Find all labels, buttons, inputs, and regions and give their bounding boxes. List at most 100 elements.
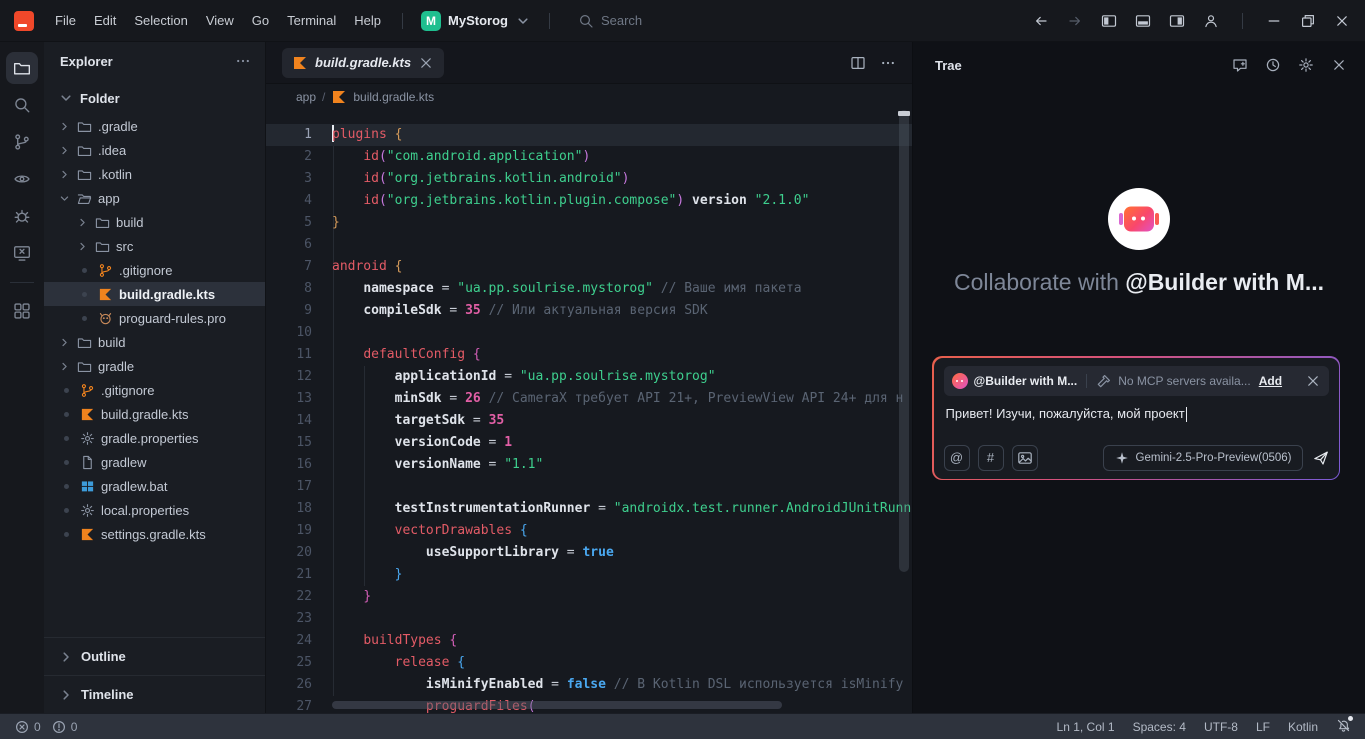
- tree-item-.gradle[interactable]: .gradle: [44, 114, 265, 138]
- tree-item-gradle.properties[interactable]: gradle.properties: [44, 426, 265, 450]
- activity-debug-icon[interactable]: [6, 200, 38, 232]
- tree-item-proguard-rules.pro[interactable]: proguard-rules.pro: [44, 306, 265, 330]
- tree-item-.idea[interactable]: .idea: [44, 138, 265, 162]
- menu-edit[interactable]: Edit: [85, 9, 125, 32]
- breadcrumb-folder[interactable]: app: [296, 90, 316, 104]
- status-indentation[interactable]: Spaces: 4: [1133, 720, 1186, 734]
- send-icon[interactable]: [1313, 450, 1329, 466]
- status-eol[interactable]: LF: [1256, 720, 1270, 734]
- restore-button[interactable]: [1293, 8, 1323, 34]
- tree-item-build[interactable]: build: [44, 210, 265, 234]
- tree-item-build.gradle.kts[interactable]: build.gradle.kts: [44, 282, 265, 306]
- horizontal-scrollbar[interactable]: [332, 701, 782, 709]
- activity-remote-eye-icon[interactable]: [6, 163, 38, 195]
- menu-view[interactable]: View: [197, 9, 243, 32]
- code-line-17[interactable]: 17: [266, 476, 912, 498]
- code-line-13[interactable]: 13 minSdk = 26 // CameraX требует API 21…: [266, 388, 912, 410]
- tree-item-.gitignore[interactable]: .gitignore: [44, 258, 265, 282]
- tree-item-gradle[interactable]: gradle: [44, 354, 265, 378]
- code-line-9[interactable]: 9 compileSdk = 35 // Или актуальная верс…: [266, 300, 912, 322]
- activity-search-icon[interactable]: [6, 89, 38, 121]
- menu-terminal[interactable]: Terminal: [278, 9, 345, 32]
- code-line-15[interactable]: 15 versionCode = 1: [266, 432, 912, 454]
- activity-files-icon[interactable]: [6, 52, 38, 84]
- toggle-left-panel-button[interactable]: [1094, 8, 1124, 34]
- mcp-add-link[interactable]: Add: [1259, 374, 1282, 388]
- code-editor[interactable]: 1 plugins {2 id("com.android.application"…: [266, 110, 912, 713]
- code-line-20[interactable]: 20 useSupportLibrary = true: [266, 542, 912, 564]
- toggle-right-panel-button[interactable]: [1162, 8, 1192, 34]
- code-line-1[interactable]: 1 plugins {: [266, 124, 912, 146]
- mention-button[interactable]: @: [943, 444, 970, 471]
- tab-build-gradle-kts[interactable]: build.gradle.kts: [282, 47, 445, 78]
- tree-item-app[interactable]: app: [44, 186, 265, 210]
- status-encoding[interactable]: UTF-8: [1204, 720, 1238, 734]
- code-line-11[interactable]: 11 defaultConfig {: [266, 344, 912, 366]
- more-actions-icon[interactable]: [235, 53, 251, 69]
- more-actions-icon[interactable]: [880, 55, 896, 71]
- code-line-24[interactable]: 24 buildTypes {: [266, 630, 912, 652]
- toggle-bottom-panel-button[interactable]: [1128, 8, 1158, 34]
- global-search[interactable]: Search: [578, 13, 642, 29]
- activity-extensions-icon[interactable]: [6, 295, 38, 327]
- chat-message-input[interactable]: Привет! Изучи, пожалуйста, мой проект: [944, 396, 1329, 422]
- vertical-scrollbar[interactable]: [899, 110, 909, 572]
- nav-forward-button[interactable]: [1060, 8, 1090, 34]
- tree-item-build.gradle.kts[interactable]: build.gradle.kts: [44, 402, 265, 426]
- code-line-4[interactable]: 4 id("org.jetbrains.kotlin.plugin.compos…: [266, 190, 912, 212]
- agent-chip-label[interactable]: @Builder with M...: [974, 374, 1078, 388]
- tree-item-local.properties[interactable]: local.properties: [44, 498, 265, 522]
- menu-selection[interactable]: Selection: [125, 9, 196, 32]
- close-panel-icon[interactable]: [1331, 57, 1347, 73]
- code-line-3[interactable]: 3 id("org.jetbrains.kotlin.android"): [266, 168, 912, 190]
- activity-test-screen-icon[interactable]: [6, 237, 38, 269]
- problems-indicator[interactable]: 0 0: [14, 719, 77, 735]
- menu-file[interactable]: File: [46, 9, 85, 32]
- code-line-19[interactable]: 19 vectorDrawables {: [266, 520, 912, 542]
- settings-gear-icon[interactable]: [1298, 57, 1314, 73]
- code-line-2[interactable]: 2 id("com.android.application"): [266, 146, 912, 168]
- status-cursor-position[interactable]: Ln 1, Col 1: [1057, 720, 1115, 734]
- folder-section-header[interactable]: Folder: [44, 80, 265, 114]
- project-selector[interactable]: M MyStorog: [415, 8, 537, 34]
- attach-image-button[interactable]: [1011, 444, 1038, 471]
- minimize-button[interactable]: [1259, 8, 1289, 34]
- code-line-8[interactable]: 8 namespace = "ua.pp.soulrise.mystorog" …: [266, 278, 912, 300]
- activity-source-control-icon[interactable]: [6, 126, 38, 158]
- tree-item-.gitignore[interactable]: .gitignore: [44, 378, 265, 402]
- code-line-5[interactable]: 5}: [266, 212, 912, 234]
- code-line-22[interactable]: 22 }: [266, 586, 912, 608]
- notifications-muted-button[interactable]: [1336, 715, 1353, 736]
- tab-close-icon[interactable]: [418, 55, 434, 71]
- tree-item-gradlew[interactable]: gradlew: [44, 450, 265, 474]
- chip-close-icon[interactable]: [1305, 373, 1321, 389]
- account-button[interactable]: [1196, 8, 1226, 34]
- code-line-18[interactable]: 18 testInstrumentationRunner = "androidx…: [266, 498, 912, 520]
- code-line-10[interactable]: 10: [266, 322, 912, 344]
- history-icon[interactable]: [1265, 57, 1281, 73]
- code-line-6[interactable]: 6: [266, 234, 912, 256]
- new-chat-icon[interactable]: [1232, 57, 1248, 73]
- menu-help[interactable]: Help: [345, 9, 390, 32]
- menu-go[interactable]: Go: [243, 9, 278, 32]
- code-line-7[interactable]: 7 android {: [266, 256, 912, 278]
- breadcrumb-file[interactable]: build.gradle.kts: [353, 90, 434, 104]
- code-line-21[interactable]: 21 }: [266, 564, 912, 586]
- code-line-25[interactable]: 25 release {: [266, 652, 912, 674]
- breadcrumb[interactable]: app / build.gradle.kts: [266, 84, 912, 110]
- nav-back-button[interactable]: [1026, 8, 1056, 34]
- close-window-button[interactable]: [1327, 8, 1357, 34]
- tree-item-gradlew.bat[interactable]: gradlew.bat: [44, 474, 265, 498]
- code-line-16[interactable]: 16 versionName = "1.1": [266, 454, 912, 476]
- tree-item-build[interactable]: build: [44, 330, 265, 354]
- timeline-section[interactable]: Timeline: [44, 675, 265, 713]
- code-line-14[interactable]: 14 targetSdk = 35: [266, 410, 912, 432]
- status-language-mode[interactable]: Kotlin: [1288, 720, 1318, 734]
- code-line-12[interactable]: 12 applicationId = "ua.pp.soulrise.mysto…: [266, 366, 912, 388]
- context-button[interactable]: #: [977, 444, 1004, 471]
- model-selector[interactable]: Gemini-2.5-Pro-Preview(0506): [1102, 444, 1303, 471]
- tree-item-src[interactable]: src: [44, 234, 265, 258]
- code-line-23[interactable]: 23: [266, 608, 912, 630]
- tree-item-.kotlin[interactable]: .kotlin: [44, 162, 265, 186]
- split-editor-icon[interactable]: [850, 55, 866, 71]
